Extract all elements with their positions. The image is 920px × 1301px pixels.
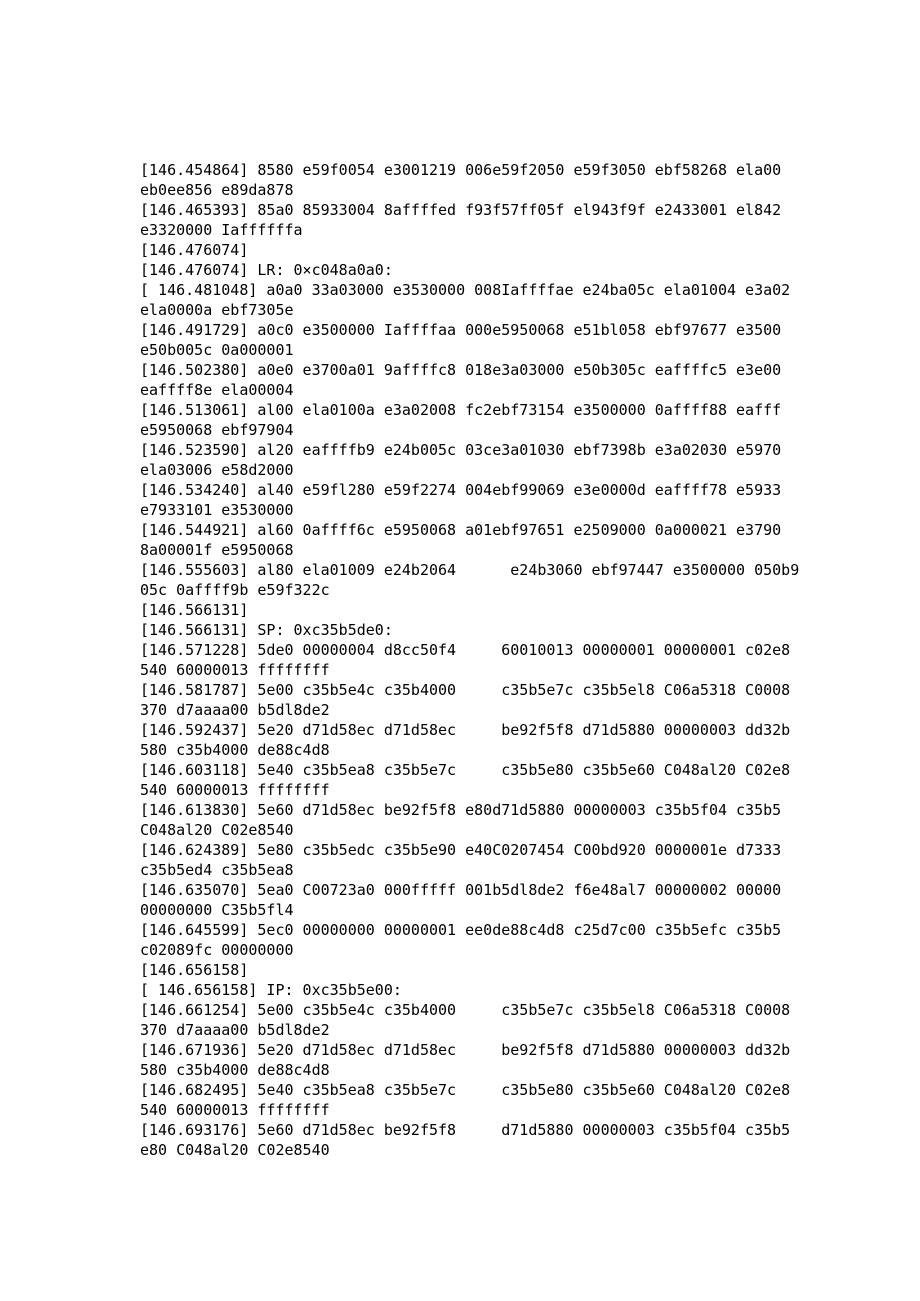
- log-output: [146.454864] 8580 e59f0054 e3001219 006e…: [0, 0, 920, 1301]
- log-text: [146.454864] 8580 e59f0054 e3001219 006e…: [140, 161, 808, 1159]
